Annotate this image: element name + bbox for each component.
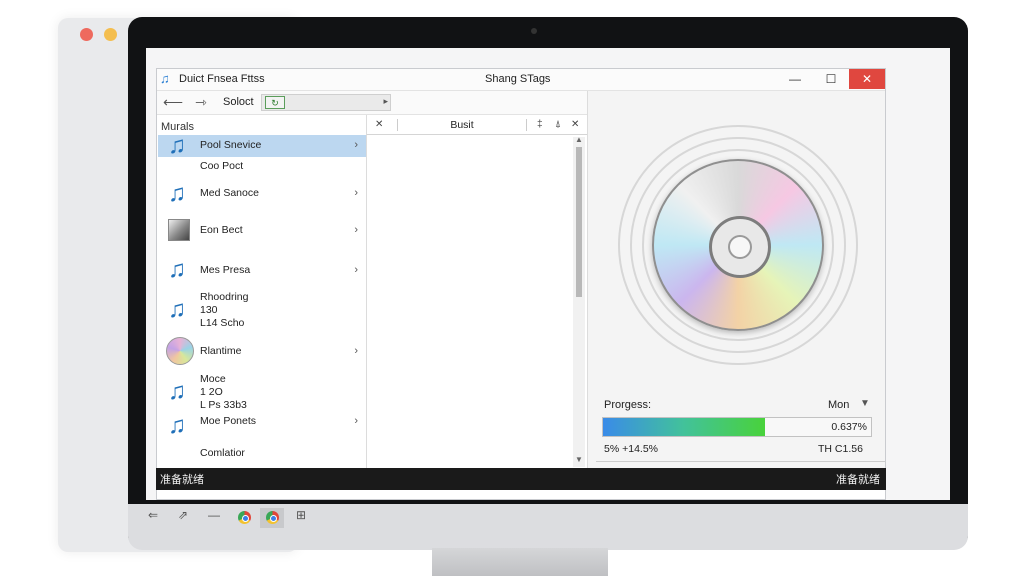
disc-icon <box>166 337 194 365</box>
separator-icon: — <box>208 508 220 522</box>
forward-arrow-icon[interactable]: ⇾ <box>195 94 207 111</box>
taskbar-active-item[interactable] <box>260 508 284 528</box>
disc-hole <box>728 235 752 259</box>
screen: ♫ Duict Fnsea Fttss Shang STags — ☐ ✕ ⟵ … <box>146 48 950 500</box>
chevron-right-icon[interactable]: › <box>354 139 358 151</box>
select-button[interactable]: Soloct <box>223 96 254 108</box>
list-item-label: Comlatior <box>200 447 245 459</box>
progress-stat-right: TH C1.56 <box>818 443 863 455</box>
list-item[interactable]: ♫ Moe Ponets › <box>158 413 366 443</box>
list-item-selected[interactable]: ♫ Pool Snevice › <box>158 132 366 159</box>
toolbar: ⟵ ⇾ Soloct ↻ ▸ <box>157 91 587 115</box>
chrome-icon[interactable] <box>266 511 279 524</box>
list-item[interactable]: Eon Bect › <box>158 215 366 245</box>
refresh-icon[interactable]: ↻ <box>265 96 285 109</box>
status-text-left: 准备就绪 <box>160 474 204 486</box>
disc-hub <box>709 216 771 278</box>
progress-stat-left: 5% +14.5% <box>604 443 658 455</box>
webcam-icon <box>531 28 537 34</box>
library-list: Murals ♫ Pool Snevice › Coo Poct ♫ Med S… <box>157 115 367 469</box>
disc-artwork <box>618 121 858 365</box>
music-note-icon: ♫ <box>168 378 186 405</box>
window-minimize-dot-icon[interactable] <box>104 28 117 41</box>
list-item[interactable]: ♫ Med Sanoce › <box>158 179 366 209</box>
column-header-busit[interactable]: Busit <box>397 119 527 131</box>
progress-percent: 0.637% <box>831 421 867 433</box>
list-item-label: Rhoodring 130 L14 Scho <box>200 291 249 329</box>
vertical-scrollbar[interactable]: ▲ ▼ <box>573 135 585 467</box>
music-note-icon: ♫ <box>168 412 186 439</box>
external-link-icon[interactable]: ⇗ <box>178 508 188 522</box>
scroll-down-icon[interactable]: ▼ <box>575 455 583 464</box>
window-title: Shang STags <box>485 73 551 85</box>
progress-bar: 0.637% <box>602 417 872 437</box>
list-item[interactable]: ♫ Mes Presa › <box>158 255 366 285</box>
list-item-label: Coo Poct <box>200 160 244 172</box>
scroll-up-icon[interactable]: ▲ <box>575 135 583 144</box>
chevron-right-icon[interactable]: › <box>354 345 358 357</box>
monitor-stand <box>432 548 608 576</box>
list-item-label: Moce 1 2O L Ps 33b3 <box>200 373 247 411</box>
path-dropdown[interactable]: ↻ ▸ <box>261 94 391 111</box>
progress-fill <box>603 418 765 436</box>
list-item-label: Med Sanoce <box>200 187 259 199</box>
title-bar[interactable]: ♫ Duict Fnsea Fttss Shang STags — ☐ ✕ <box>157 69 885 91</box>
track-list: ✕ Busit ‡ ⍋ ✕ ▲ ▼ <box>367 115 587 469</box>
chrome-icon[interactable] <box>238 511 251 524</box>
list-item-label: Moe Ponets <box>200 415 257 427</box>
progress-label: Prorgess: <box>604 399 652 411</box>
burn-panel: Prorgess: Mon ▼ 0.637% 5% +14.5% TH C1.5… <box>587 91 886 469</box>
chevron-right-icon[interactable]: › <box>354 187 358 199</box>
list-item[interactable]: ♫ Moce 1 2O L Ps 33b3 <box>158 373 366 413</box>
back-arrow-icon[interactable]: ⇐ <box>148 508 158 522</box>
list-item[interactable]: Comlatior <box>158 445 366 465</box>
cd-disc-icon <box>652 159 824 331</box>
pin-icon[interactable]: ⍋ <box>555 119 561 130</box>
list-item[interactable]: Rlantime › <box>158 335 366 367</box>
mode-dropdown[interactable]: Mon <box>828 399 849 411</box>
list-item[interactable]: Coo Poct <box>158 157 366 177</box>
sort-icon[interactable]: ‡ <box>537 119 543 130</box>
close-icon[interactable]: ✕ <box>375 119 383 130</box>
grid-icon[interactable]: ⊞ <box>296 508 306 522</box>
chevron-down-icon[interactable]: ▼ <box>860 398 870 409</box>
close-button[interactable]: ✕ <box>849 69 885 89</box>
list-item-label: Mes Presa <box>200 264 251 276</box>
music-note-icon: ♫ <box>168 256 186 283</box>
chevron-right-icon[interactable]: › <box>354 415 358 427</box>
list-item-label: Pool Snevice <box>200 139 262 151</box>
close-icon[interactable]: ✕ <box>571 119 579 130</box>
back-arrow-icon[interactable]: ⟵ <box>163 94 183 111</box>
status-bar: 准备就绪 准备就绪 <box>156 468 886 490</box>
list-item-label: Eon Bect <box>200 224 243 236</box>
photo-icon <box>168 219 190 241</box>
column-header: ✕ Busit ‡ ⍋ ✕ <box>367 119 587 135</box>
chevron-right-icon[interactable]: › <box>354 224 358 236</box>
app-title: Duict Fnsea Fttss <box>179 73 265 85</box>
list-item-label: Rlantime <box>200 345 242 357</box>
minimize-button[interactable]: — <box>777 69 813 89</box>
music-note-icon: ♫ <box>168 132 186 159</box>
chevron-right-icon[interactable]: ▸ <box>383 96 388 107</box>
taskbar: ⇐ ⇗ — ⊞ <box>148 508 324 528</box>
chevron-right-icon[interactable]: › <box>354 264 358 276</box>
status-text-right: 准备就绪 <box>836 474 880 486</box>
music-note-icon: ♫ <box>168 296 186 323</box>
window-close-dot-icon[interactable] <box>80 28 93 41</box>
list-item[interactable]: ♫ Rhoodring 130 L14 Scho <box>158 291 366 331</box>
maximize-button[interactable]: ☐ <box>813 69 849 89</box>
music-app-icon: ♫ <box>160 71 170 86</box>
scroll-thumb[interactable] <box>576 147 582 297</box>
music-note-icon: ♫ <box>168 180 186 207</box>
app-window: ♫ Duict Fnsea Fttss Shang STags — ☐ ✕ ⟵ … <box>156 68 886 500</box>
